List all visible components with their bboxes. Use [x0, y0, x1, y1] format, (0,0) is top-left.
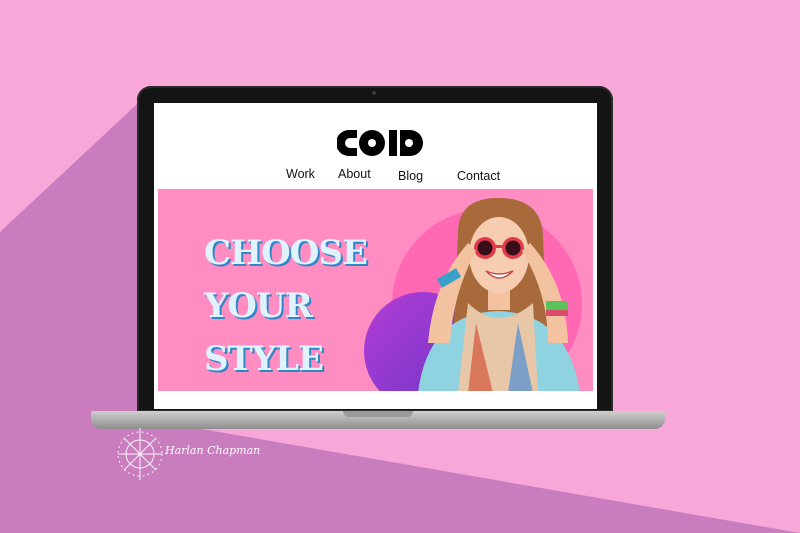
nav-about-link[interactable]: About: [338, 167, 371, 181]
watermark: Harlan Chapman: [110, 418, 280, 490]
main-nav: Work About Blog Contact: [154, 167, 597, 187]
snowflake-icon: [117, 428, 163, 480]
laptop-lid: Work About Blog Contact CHOOSE YOUR STYL…: [137, 86, 613, 412]
watermark-signature: Harlan Chapman: [165, 444, 261, 457]
site-header: Work About Blog Contact: [154, 103, 597, 189]
coid-logo-icon[interactable]: [337, 130, 423, 156]
nav-blog-link[interactable]: Blog: [398, 169, 423, 183]
nav-contact-link[interactable]: Contact: [457, 169, 500, 183]
hero-title: CHOOSE YOUR STYLE: [204, 227, 368, 386]
hero-title-line: STYLE: [204, 339, 324, 379]
hero-model-image: [418, 198, 580, 391]
camera-icon: [372, 91, 376, 95]
laptop-notch: [343, 411, 413, 417]
hero-title-line: YOUR: [204, 286, 313, 326]
hero-banner: CHOOSE YOUR STYLE: [158, 189, 593, 391]
hero-title-line: CHOOSE: [204, 233, 368, 273]
nav-work-link[interactable]: Work: [286, 167, 315, 181]
laptop-screen: Work About Blog Contact CHOOSE YOUR STYL…: [154, 103, 597, 409]
